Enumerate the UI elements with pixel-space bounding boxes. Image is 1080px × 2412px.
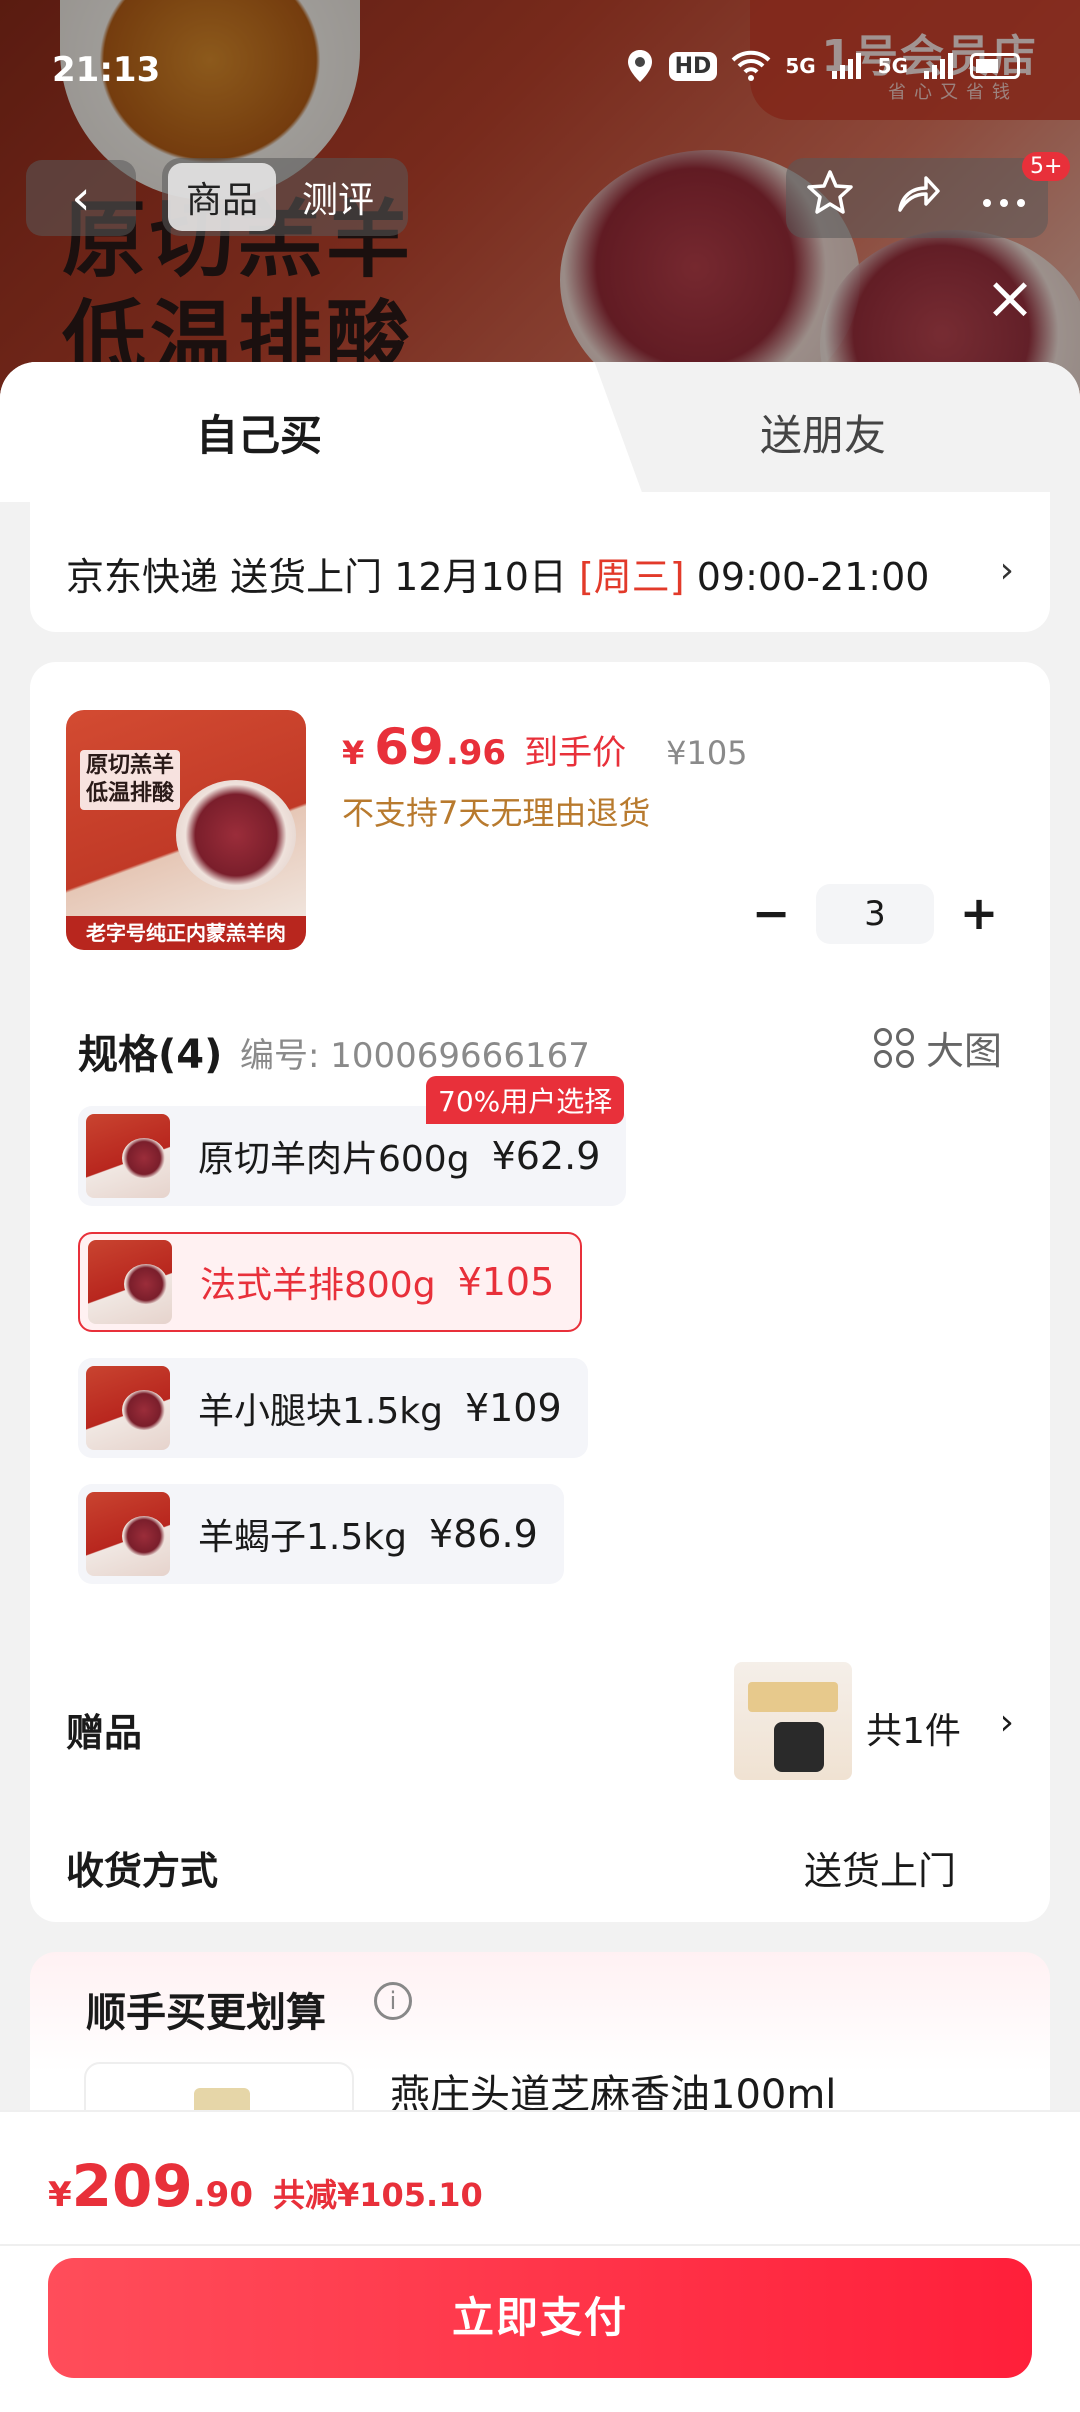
tab-connector	[30, 492, 1050, 512]
variant-option[interactable]: 羊蝎子1.5kg ¥86.9	[78, 1484, 564, 1584]
variant-thumbnail	[86, 1492, 170, 1576]
pay-now-button[interactable]: 立即支付	[48, 2258, 1032, 2378]
more-icon[interactable]	[979, 173, 1029, 224]
gift-label: 赠品	[66, 1711, 143, 1755]
thumbnail-band: 老字号纯正内蒙羔羊肉	[66, 916, 306, 950]
wifi-icon	[731, 50, 771, 82]
favorite-star-icon[interactable]	[805, 168, 855, 229]
add-on-title: 顺手买更划算	[86, 1990, 326, 2036]
location-icon	[625, 48, 655, 84]
increment-button[interactable]: +	[944, 884, 1014, 944]
signal-bars-icon	[830, 51, 864, 81]
receive-method-value[interactable]: 送货上门	[804, 1840, 956, 1895]
tab-review[interactable]: 测评	[284, 163, 392, 231]
signal-icon: 5G	[877, 54, 908, 78]
signal-bars-icon	[922, 51, 956, 81]
decrement-button[interactable]: −	[736, 884, 806, 944]
quantity-stepper: − 3 +	[736, 884, 1014, 944]
popular-badge: 70%用户选择	[426, 1076, 625, 1124]
product-card: 原切羔羊 低温排酸 老字号纯正内蒙羔羊肉 ¥ 69 .96 到手价 ¥105 不…	[30, 662, 1050, 1922]
variant-thumbnail	[88, 1240, 172, 1324]
tab-gift-friend[interactable]: 送朋友	[760, 402, 886, 463]
close-icon[interactable]: ×	[980, 268, 1040, 328]
product-code: 编号: 100069666167	[240, 1036, 590, 1076]
quantity-value[interactable]: 3	[816, 884, 934, 944]
total-price: ¥ 209 .90 共减¥105.10	[48, 2152, 483, 2220]
variant-thumbnail	[86, 1366, 170, 1450]
return-policy-note: 不支持7天无理由退货	[342, 794, 651, 832]
original-price: ¥105	[666, 734, 748, 772]
variant-option-selected[interactable]: 法式羊排800g ¥105	[78, 1232, 583, 1332]
lamb-chop-image	[176, 780, 296, 890]
notification-badge: 5+	[1022, 152, 1071, 181]
delivery-info[interactable]: 京东快递 送货上门 12月10日 [周三] 09:00-21:00 ›	[30, 512, 1050, 632]
variant-option[interactable]: 羊小腿块1.5kg ¥109	[78, 1358, 588, 1458]
gift-thumbnail[interactable]	[734, 1662, 852, 1780]
tab-buy-self-label: 自己买	[196, 411, 323, 460]
divider	[0, 2244, 1080, 2246]
total-saving: 共减¥105.10	[272, 2176, 483, 2214]
big-image-toggle[interactable]: 大图	[873, 1020, 1002, 1075]
spec-heading: 规格(4)	[78, 1032, 223, 1078]
product-actions	[786, 158, 1048, 238]
gift-count[interactable]: 共1件	[866, 1702, 961, 1754]
purchase-mode-tabs: 自己买 送朋友	[0, 362, 1080, 502]
delivery-text: 京东快递 送货上门 12月10日 [周三] 09:00-21:00	[66, 555, 930, 599]
purchase-sheet: 自己买 送朋友 京东快递 送货上门 12月10日 [周三] 09:00-21:0…	[0, 362, 1080, 2412]
final-price-tag: 到手价	[524, 733, 627, 773]
price-row: ¥ 69 .96 到手价 ¥105	[342, 718, 748, 776]
share-icon[interactable]	[892, 168, 942, 229]
back-button[interactable]: ‹	[26, 160, 136, 236]
info-icon[interactable]: i	[374, 1982, 412, 2020]
delivery-weekday: [周三]	[578, 555, 685, 599]
receive-method-label: 收货方式	[66, 1849, 219, 1893]
product-nav-tabs: 商品 测评	[162, 158, 408, 236]
product-thumbnail[interactable]: 原切羔羊 低温排酸 老字号纯正内蒙羔羊肉	[66, 710, 306, 950]
chevron-right-icon[interactable]: ›	[1000, 1702, 1014, 1743]
signal-icon: 5G	[785, 54, 816, 78]
grid-icon	[873, 1027, 914, 1068]
final-price: 69	[374, 718, 444, 776]
thumbnail-title: 原切羔羊 低温排酸	[80, 750, 181, 810]
chevron-right-icon: ›	[999, 550, 1014, 591]
status-bar: 21:13 HD 5G 5G	[0, 0, 1080, 140]
variant-thumbnail	[86, 1114, 170, 1198]
checkout-bar: ¥ 209 .90 共减¥105.10 立即支付	[0, 2110, 1080, 2412]
tab-goods[interactable]: 商品	[168, 163, 277, 231]
hd-icon: HD	[668, 51, 718, 81]
clock: 21:13	[52, 50, 161, 90]
battery-icon	[970, 53, 1020, 79]
